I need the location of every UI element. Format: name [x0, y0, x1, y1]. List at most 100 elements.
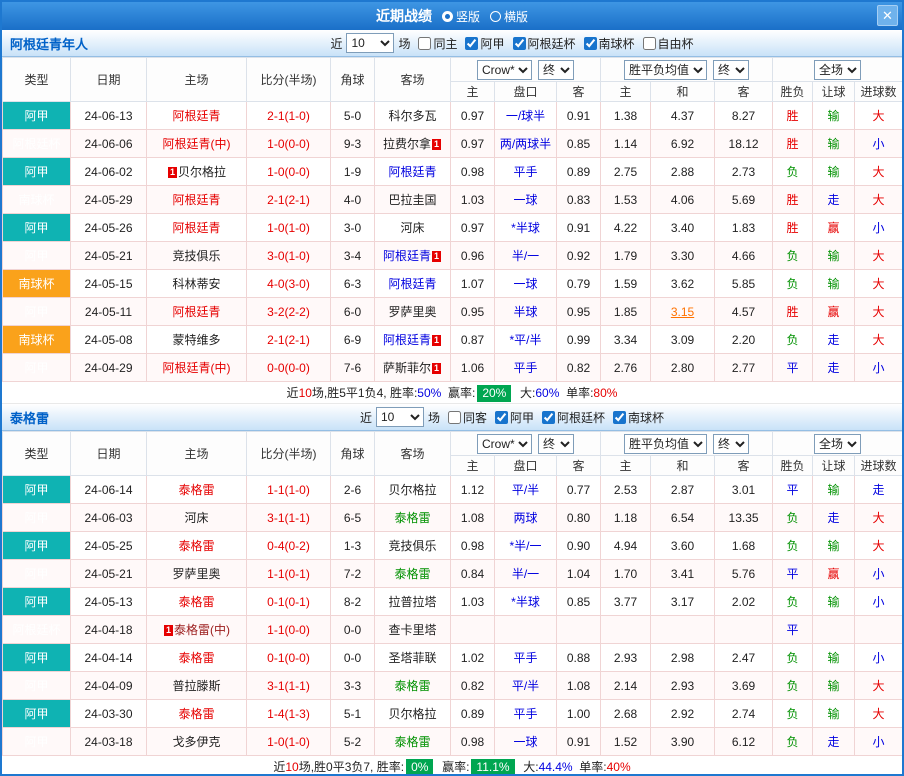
avg-away-odds: 18.12	[715, 130, 773, 158]
avg-away-odds: 1.68	[715, 532, 773, 560]
result-wdl: 负	[773, 644, 813, 672]
home-team[interactable]: 戈多伊克	[147, 728, 247, 756]
home-team[interactable]: 阿根廷青	[147, 298, 247, 326]
period-select[interactable]: 终	[538, 60, 574, 80]
away-team[interactable]: 查卡里塔	[375, 616, 451, 644]
checkbox-同主[interactable]	[418, 37, 431, 50]
away-odds: 0.95	[557, 298, 601, 326]
table-row: 南球杯24-05-08蒙特维多2-1(2-1)6-9阿根廷青10.87*平/半0…	[3, 326, 903, 354]
away-team[interactable]: 拉费尔拿1	[375, 130, 451, 158]
radio-horizontal-layout[interactable]: 横版	[490, 8, 528, 25]
home-team[interactable]: 阿根廷青	[147, 186, 247, 214]
home-team[interactable]: 河床	[147, 504, 247, 532]
away-team[interactable]: 泰格雷	[375, 560, 451, 588]
home-team[interactable]: 罗萨里奥	[147, 560, 247, 588]
avg-away-odds	[715, 616, 773, 644]
league-type-badge: 阿甲	[3, 560, 71, 588]
checkbox-阿根廷杯[interactable]	[513, 37, 526, 50]
scope-select[interactable]: 全场	[814, 60, 861, 80]
bookmaker-select[interactable]: Crow*	[477, 60, 532, 80]
table-row: 阿甲24-06-14泰格雷1-1(1-0)2-6贝尔格拉1.12平/半0.772…	[3, 476, 903, 504]
away-team[interactable]: 阿根廷青	[375, 158, 451, 186]
games-count-select[interactable]: 10	[376, 407, 424, 427]
away-team[interactable]: 科尔多瓦	[375, 102, 451, 130]
scope-select[interactable]: 全场	[814, 434, 861, 454]
league-type-badge: 阿甲	[3, 504, 71, 532]
close-button[interactable]: ✕	[877, 5, 898, 26]
table-row: 阿甲24-03-30泰格雷1-4(1-3)5-1贝尔格拉0.89平手1.002.…	[3, 700, 903, 728]
avg-draw-odds[interactable]: 3.15	[651, 298, 715, 326]
home-team[interactable]: 泰格雷	[147, 700, 247, 728]
away-team[interactable]: 贝尔格拉	[375, 476, 451, 504]
checkbox-阿甲[interactable]	[495, 411, 508, 424]
away-team[interactable]: 萨斯菲尔1	[375, 354, 451, 382]
checkbox-自由杯[interactable]	[643, 37, 656, 50]
team-link: 阿根廷青	[383, 333, 431, 347]
home-team[interactable]: 阿根廷青(中)	[147, 130, 247, 158]
away-team[interactable]: 巴拉圭国	[375, 186, 451, 214]
team-link: 阿根廷青	[172, 305, 220, 319]
results-table: 类型日期主场比分(半场)角球客场Crow*终胜平负均值终全场主盘口客主和客胜负让…	[2, 57, 903, 382]
away-odds: 1.08	[557, 672, 601, 700]
away-team[interactable]: 泰格雷	[375, 672, 451, 700]
home-team[interactable]: 科林蒂安	[147, 270, 247, 298]
result-wdl: 胜	[773, 130, 813, 158]
goals-result: 小	[855, 644, 903, 672]
away-team[interactable]: 竞技俱乐	[375, 532, 451, 560]
home-team[interactable]: 阿根廷青	[147, 102, 247, 130]
checkbox-南球杯[interactable]	[584, 37, 597, 50]
away-team[interactable]: 泰格雷	[375, 728, 451, 756]
home-team[interactable]: 1贝尔格拉	[147, 158, 247, 186]
team-link: 阿根廷青(中)	[163, 361, 231, 375]
checkbox-阿甲[interactable]	[465, 37, 478, 50]
metric-select[interactable]: 胜平负均值	[624, 60, 707, 80]
result-wdl: 负	[773, 242, 813, 270]
away-team[interactable]: 阿根廷青	[375, 270, 451, 298]
checkbox-南球杯[interactable]	[613, 411, 626, 424]
checkbox-阿根廷杯[interactable]	[542, 411, 555, 424]
games-count-select[interactable]: 10	[346, 33, 394, 53]
home-odds: 0.84	[451, 560, 495, 588]
home-team[interactable]: 1泰格雷(中)	[147, 616, 247, 644]
sections-container: 阿根廷青年人近10场同主阿甲阿根廷杯南球杯自由杯类型日期主场比分(半场)角球客场…	[2, 30, 902, 776]
handicap-line: 平手	[495, 644, 557, 672]
period-select-2[interactable]: 终	[713, 434, 749, 454]
home-team[interactable]: 泰格雷	[147, 476, 247, 504]
home-team[interactable]: 阿根廷青(中)	[147, 354, 247, 382]
avg-draw-odds: 3.60	[651, 532, 715, 560]
table-row: 阿甲24-05-11阿根廷青3-2(2-2)6-0罗萨里奥0.95半球0.951…	[3, 298, 903, 326]
goals-result: 大	[855, 242, 903, 270]
away-team[interactable]: 罗萨里奥	[375, 298, 451, 326]
radio-vertical-layout[interactable]: 竖版	[442, 8, 480, 25]
home-team[interactable]: 普拉滕斯	[147, 672, 247, 700]
home-team[interactable]: 阿根廷青	[147, 214, 247, 242]
away-team[interactable]: 贝尔格拉	[375, 700, 451, 728]
home-team[interactable]: 泰格雷	[147, 644, 247, 672]
away-team[interactable]: 拉普拉塔	[375, 588, 451, 616]
home-team[interactable]: 泰格雷	[147, 532, 247, 560]
home-team[interactable]: 泰格雷	[147, 588, 247, 616]
away-team[interactable]: 阿根廷青1	[375, 326, 451, 354]
bookmaker-select[interactable]: Crow*	[477, 434, 532, 454]
goals-result: 小	[855, 214, 903, 242]
corners: 5-0	[331, 102, 375, 130]
home-team[interactable]: 竞技俱乐	[147, 242, 247, 270]
handicap-line: *半/一	[495, 532, 557, 560]
column-subheader: 进球数	[855, 456, 903, 476]
handicap-line: 平手	[495, 700, 557, 728]
home-team[interactable]: 蒙特维多	[147, 326, 247, 354]
column-header: 角球	[331, 58, 375, 102]
period-select-2[interactable]: 终	[713, 60, 749, 80]
metric-select[interactable]: 胜平负均值	[624, 434, 707, 454]
period-select[interactable]: 终	[538, 434, 574, 454]
away-team[interactable]: 泰格雷	[375, 504, 451, 532]
result-wdl: 负	[773, 532, 813, 560]
away-team[interactable]: 阿根廷青1	[375, 242, 451, 270]
corners: 4-0	[331, 186, 375, 214]
away-odds: 0.91	[557, 102, 601, 130]
table-row: 阿甲24-05-13泰格雷0-1(0-1)8-2拉普拉塔1.03*半球0.853…	[3, 588, 903, 616]
away-team[interactable]: 河床	[375, 214, 451, 242]
checkbox-同客[interactable]	[448, 411, 461, 424]
table-row: 阿甲24-04-09普拉滕斯3-1(1-1)3-3泰格雷0.82平/半1.082…	[3, 672, 903, 700]
away-team[interactable]: 圣塔菲联	[375, 644, 451, 672]
